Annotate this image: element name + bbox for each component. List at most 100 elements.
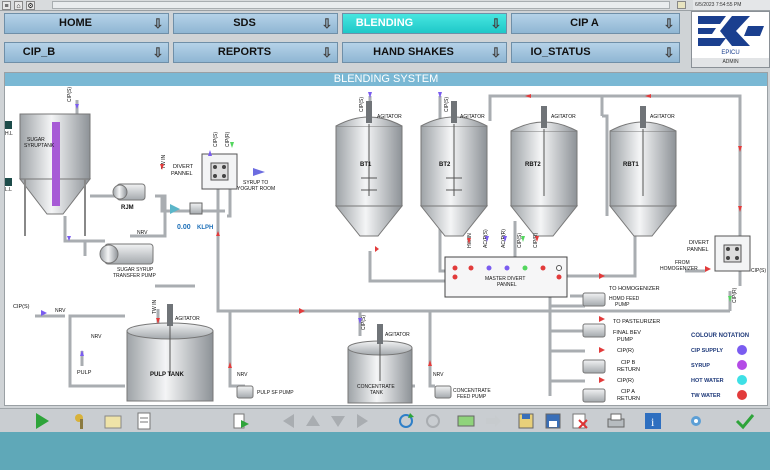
- legend-item-syrup: SYRUP: [691, 360, 747, 370]
- to-pasteurizer-label: TO PASTEURIZER: [613, 319, 660, 325]
- cips-label-2: CIP(S): [213, 132, 219, 147]
- settings-icon[interactable]: [686, 411, 706, 431]
- info-icon[interactable]: i: [643, 411, 663, 431]
- nav-label: CIP A: [570, 17, 599, 29]
- final-bev-label: FINAL BEV PUMP: [613, 330, 641, 343]
- legend-swatch: [737, 375, 747, 385]
- svg-text:SYRUP: SYRUP: [691, 363, 710, 369]
- nav-label: BLENDING: [355, 17, 414, 29]
- sugar-syrup-transfer-pump[interactable]: [99, 243, 154, 265]
- alarm-bell-icon[interactable]: [677, 1, 686, 9]
- pulp-tank[interactable]: [126, 304, 214, 402]
- pulp-label: PULP: [77, 370, 92, 376]
- rbt2-label: RBT2: [525, 162, 541, 168]
- menu-icon[interactable]: ≡: [2, 1, 11, 10]
- document-icon[interactable]: [134, 411, 154, 431]
- save-icon[interactable]: [516, 411, 536, 431]
- hl-label: H.L: [5, 131, 13, 137]
- nav-reports-button[interactable]: REPORTS ⇩: [173, 42, 338, 63]
- ll-label: L.L: [5, 187, 12, 193]
- svg-text:HOT WATER: HOT WATER: [691, 378, 724, 384]
- datetime: 6/5/2023 7:54:55 PM: [693, 0, 770, 10]
- navigation: HOME ⇩ SDS ⇩ BLENDING ⇩ CIP A ⇩ CIP_B ⇩ …: [4, 13, 680, 67]
- rjm-pump[interactable]: [112, 183, 146, 201]
- low-level-switch-icon[interactable]: [5, 178, 12, 186]
- nav-label: CIP_B: [22, 46, 56, 58]
- refresh-icon[interactable]: [396, 411, 416, 431]
- cips-label-3: CIP(S): [359, 97, 365, 112]
- down-arrow-icon: ⇩: [663, 16, 675, 31]
- cipr-label-8: CIP(R): [617, 378, 634, 384]
- final-bev-pump[interactable]: [582, 323, 606, 338]
- divert-panel-2[interactable]: [714, 235, 751, 272]
- nav-cip-a-button[interactable]: CIP A ⇩: [511, 13, 680, 34]
- nav-io-status-button[interactable]: IO_STATUS ⇩: [511, 42, 680, 63]
- down-arrow-icon: ⇩: [663, 45, 675, 60]
- nav-home-button[interactable]: HOME ⇩: [4, 13, 169, 34]
- cipr-label-2: CIP(R): [225, 131, 231, 147]
- cip-b-return-pump[interactable]: [582, 359, 606, 374]
- main-panel: BLENDING SYSTEM SUGAR SYRUPTANK H.L L.L …: [4, 72, 768, 406]
- print-icon[interactable]: [606, 411, 626, 431]
- nav-cip-b-button[interactable]: CIP_B ⇩: [4, 42, 169, 63]
- title-strip: ≡ ⌂ ⚙ 6/5/2023 7:54:55 PM: [0, 0, 770, 11]
- divert-panel-2-label: DIVERT PANNEL: [687, 240, 710, 253]
- agitator-label-5: AGITATOR: [175, 316, 200, 322]
- cips-label-1: CIP(S): [67, 87, 73, 102]
- svg-text:TW WATER: TW WATER: [691, 393, 721, 399]
- play-icon[interactable]: [32, 411, 52, 431]
- divert-panel-1[interactable]: [201, 153, 238, 190]
- down-arrow-icon: ⇩: [321, 45, 333, 60]
- back-icon[interactable]: [278, 411, 298, 431]
- image-icon[interactable]: [456, 411, 476, 431]
- homo-feed-pump[interactable]: [582, 292, 606, 307]
- tank-rbt1[interactable]: [608, 106, 678, 237]
- legend-title: COLOUR NOTATION: [691, 333, 749, 339]
- home-small-icon[interactable]: ⌂: [14, 1, 23, 10]
- nav-blending-button[interactable]: BLENDING ⇩: [342, 13, 507, 34]
- tank-bt2[interactable]: [419, 101, 489, 237]
- alarm-bar[interactable]: [52, 1, 670, 9]
- high-level-switch-icon[interactable]: [5, 121, 12, 129]
- agitator-label-1: AGITATOR: [377, 114, 402, 120]
- nav-label: IO_STATUS: [530, 46, 591, 58]
- pulp-tank-label: PULP TANK: [150, 372, 184, 378]
- cips-label-5: CIP(S): [517, 233, 523, 248]
- arrow-right-icon[interactable]: [483, 411, 503, 431]
- divert-panel-1-label: DIVERT PANNEL: [171, 164, 194, 177]
- tank-bt1[interactable]: [334, 101, 404, 237]
- redo-icon[interactable]: [423, 411, 443, 431]
- legend-item-tw-water: TW WATER: [691, 390, 747, 400]
- tank-rbt2[interactable]: [509, 106, 579, 237]
- cips-label-6: CIP(S): [751, 268, 766, 274]
- down-arrow-icon: ⇩: [490, 16, 502, 31]
- settings-small-icon[interactable]: ⚙: [26, 1, 35, 10]
- cip-a-return-pump[interactable]: [582, 388, 606, 403]
- svg-text:CIP SUPPLY: CIP SUPPLY: [691, 348, 723, 354]
- sugar-syrup-tank[interactable]: SUGAR SYRUPTANK: [18, 113, 92, 236]
- save-as-icon[interactable]: [543, 411, 563, 431]
- up-icon[interactable]: [303, 411, 323, 431]
- delete-icon[interactable]: [570, 411, 590, 431]
- concentrate-feed-pump[interactable]: [434, 385, 452, 399]
- forward-icon[interactable]: [353, 411, 373, 431]
- to-homogenizer-label: TO HOMOGENIZER: [609, 286, 660, 292]
- down-arrow-icon: ⇩: [490, 45, 502, 60]
- legend-swatch: [737, 360, 747, 370]
- homo-feed-label: HOMO FEED PUMP: [609, 296, 640, 308]
- checkmark-icon[interactable]: [735, 411, 755, 431]
- folder-icon[interactable]: [103, 411, 123, 431]
- pulp-sf-pump-label: PULP SF PUMP: [257, 390, 294, 396]
- concentrate-feed-label: CONCENTRATE FEED PUMP: [453, 388, 491, 400]
- cips-label-4: CIP(S): [444, 97, 450, 112]
- key-icon[interactable]: [72, 411, 92, 431]
- down-icon[interactable]: [328, 411, 348, 431]
- flow-value: 0.00: [177, 224, 191, 231]
- agitator-label-2: AGITATOR: [460, 114, 485, 120]
- export-icon[interactable]: [231, 411, 251, 431]
- pulp-sf-pump[interactable]: [236, 385, 254, 399]
- nrv-label-3: NRV: [91, 334, 102, 340]
- nrv-label-2: NRV: [55, 308, 66, 314]
- nav-hand-shakes-button[interactable]: HAND SHAKES ⇩: [342, 42, 507, 63]
- nav-sds-button[interactable]: SDS ⇩: [173, 13, 338, 34]
